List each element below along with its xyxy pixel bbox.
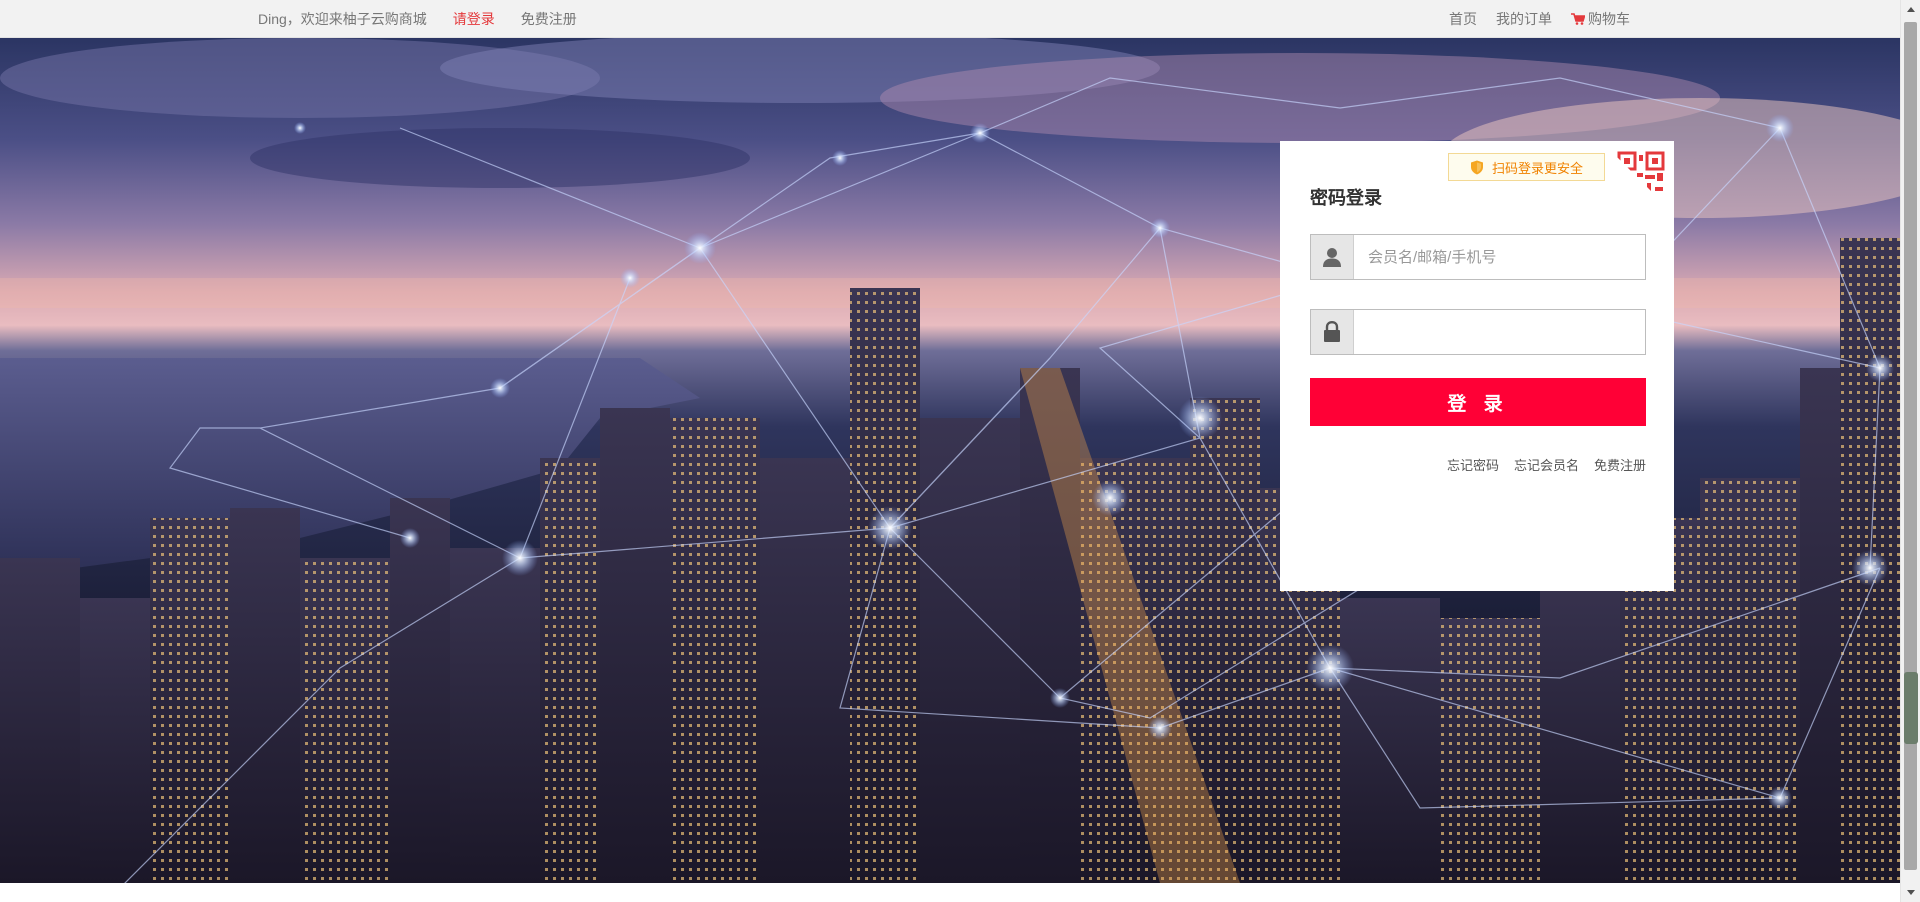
login-submit-button[interactable]: 登 录 <box>1310 378 1646 426</box>
register-link[interactable]: 免费注册 <box>521 9 577 29</box>
forgot-password-link[interactable]: 忘记密码 <box>1447 455 1499 474</box>
page-scrollbar[interactable] <box>1900 0 1920 902</box>
lock-icon <box>1311 310 1354 354</box>
top-bar-left: Ding，欢迎来柚子云购商城 请登录 免费注册 <box>258 0 577 37</box>
username-field[interactable] <box>1310 234 1646 280</box>
scroll-down-arrow-icon[interactable] <box>1901 884 1920 902</box>
login-link[interactable]: 请登录 <box>453 9 495 29</box>
scroll-up-arrow-icon[interactable] <box>1901 0 1920 18</box>
username-input[interactable] <box>1354 235 1645 279</box>
cart-label: 购物车 <box>1588 10 1630 27</box>
top-bar: Ding，欢迎来柚子云购商城 请登录 免费注册 首页 我的订单 购物车 <box>0 0 1900 38</box>
login-help-links: 忘记密码 忘记会员名 免费注册 <box>1432 455 1646 474</box>
qr-code-icon[interactable] <box>1611 151 1669 209</box>
login-title: 密码登录 <box>1310 188 1382 208</box>
password-input[interactable] <box>1354 310 1645 354</box>
nav-home-link[interactable]: 首页 <box>1449 9 1477 29</box>
nav-orders-link[interactable]: 我的订单 <box>1496 9 1552 29</box>
side-float-widget[interactable] <box>1904 672 1918 744</box>
nav-cart-link[interactable]: 购物车 <box>1571 9 1630 29</box>
scan-login-tip[interactable]: 扫码登录更安全 <box>1448 153 1605 181</box>
forgot-username-link[interactable]: 忘记会员名 <box>1514 455 1579 474</box>
shield-icon <box>1470 160 1483 174</box>
welcome-text: Ding，欢迎来柚子云购商城 <box>258 10 427 27</box>
cart-icon <box>1571 12 1585 25</box>
top-bar-right: 首页 我的订单 购物车 <box>1430 0 1630 37</box>
user-icon <box>1311 235 1354 279</box>
password-field[interactable] <box>1310 309 1646 355</box>
panel-register-link[interactable]: 免费注册 <box>1594 455 1646 474</box>
scan-tip-text: 扫码登录更安全 <box>1491 160 1583 176</box>
login-panel: 扫码登录更安全 密码登录 登 录 <box>1280 141 1674 591</box>
